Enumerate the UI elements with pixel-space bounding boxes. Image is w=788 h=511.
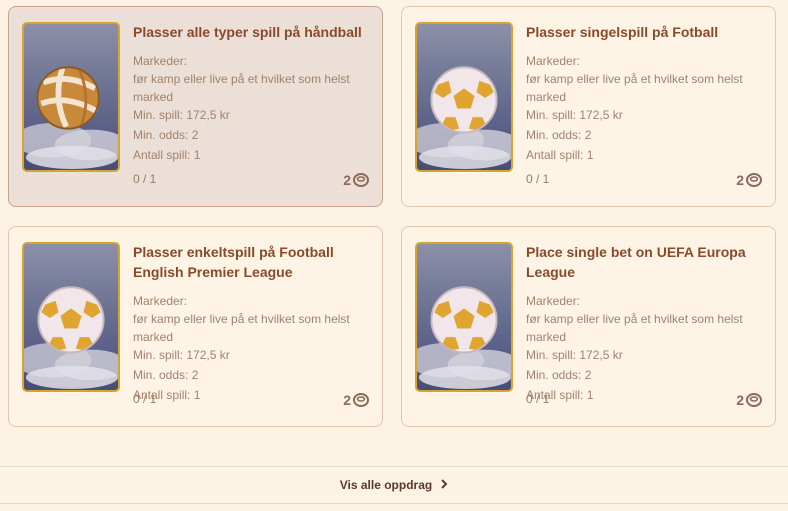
coin-icon: [353, 393, 369, 407]
reward-amount: 2: [343, 172, 351, 188]
mission-title: Plasser enkeltspill på Football English …: [133, 244, 334, 280]
mission-image: [415, 22, 513, 172]
football-icon: [417, 66, 511, 169]
chevron-right-icon: [440, 478, 448, 492]
reward: 2: [343, 392, 369, 408]
mission-title: Plasser singelspill på Fotball: [526, 24, 719, 40]
mission-card[interactable]: Place single bet on UEFA Europa League M…: [401, 226, 776, 427]
progress-counter: 0 / 1: [133, 172, 157, 186]
progress-counter: 0 / 1: [526, 392, 550, 406]
min-odds: Min. odds: 2: [526, 368, 592, 382]
markets-value: før kamp eller live på et hvilket som he…: [526, 72, 743, 104]
football-icon: [24, 286, 118, 389]
markets-value: før kamp eller live på et hvilket som he…: [526, 312, 743, 344]
reward-amount: 2: [343, 392, 351, 408]
mission-title: Place single bet on UEFA Europa League: [526, 244, 746, 280]
markets-value: før kamp eller live på et hvilket som he…: [133, 72, 350, 104]
markets-label: Markeder:: [526, 54, 581, 68]
bet-count: Antall spill: 1: [526, 388, 594, 402]
mission-image: [415, 242, 513, 392]
min-stake: Min. spill: 172,5 kr: [133, 108, 230, 122]
reward: 2: [343, 172, 369, 188]
bet-count: Antall spill: 1: [133, 388, 201, 402]
markets-value: før kamp eller live på et hvilket som he…: [133, 312, 350, 344]
min-stake: Min. spill: 172,5 kr: [133, 348, 230, 362]
mission-card[interactable]: Plasser enkeltspill på Football English …: [8, 226, 383, 427]
reward-amount: 2: [736, 172, 744, 188]
reward: 2: [736, 392, 762, 408]
view-all-label[interactable]: Vis alle oppdrag: [340, 478, 432, 492]
mission-card[interactable]: Plasser alle typer spill på håndball Mar…: [8, 6, 383, 207]
min-odds: Min. odds: 2: [133, 368, 199, 382]
coin-icon: [746, 173, 762, 187]
min-stake: Min. spill: 172,5 kr: [526, 348, 623, 362]
coin-icon: [746, 393, 762, 407]
bet-count: Antall spill: 1: [133, 148, 201, 162]
min-odds: Min. odds: 2: [526, 128, 592, 142]
coin-icon: [353, 173, 369, 187]
bet-count: Antall spill: 1: [526, 148, 594, 162]
view-all-missions-button[interactable]: Vis alle oppdrag: [0, 466, 788, 504]
min-stake: Min. spill: 172,5 kr: [526, 108, 623, 122]
markets-label: Markeder:: [526, 294, 581, 308]
progress-counter: 0 / 1: [526, 172, 550, 186]
handball-icon: [24, 66, 118, 169]
mission-image: [22, 242, 120, 392]
markets-label: Markeder:: [133, 294, 188, 308]
football-icon: [417, 286, 511, 389]
progress-counter: 0 / 1: [133, 392, 157, 406]
reward: 2: [736, 172, 762, 188]
min-odds: Min. odds: 2: [133, 128, 199, 142]
markets-label: Markeder:: [133, 54, 188, 68]
mission-image: [22, 22, 120, 172]
mission-card[interactable]: Plasser singelspill på Fotball Markeder:…: [401, 6, 776, 207]
reward-amount: 2: [736, 392, 744, 408]
mission-title: Plasser alle typer spill på håndball: [133, 24, 362, 40]
